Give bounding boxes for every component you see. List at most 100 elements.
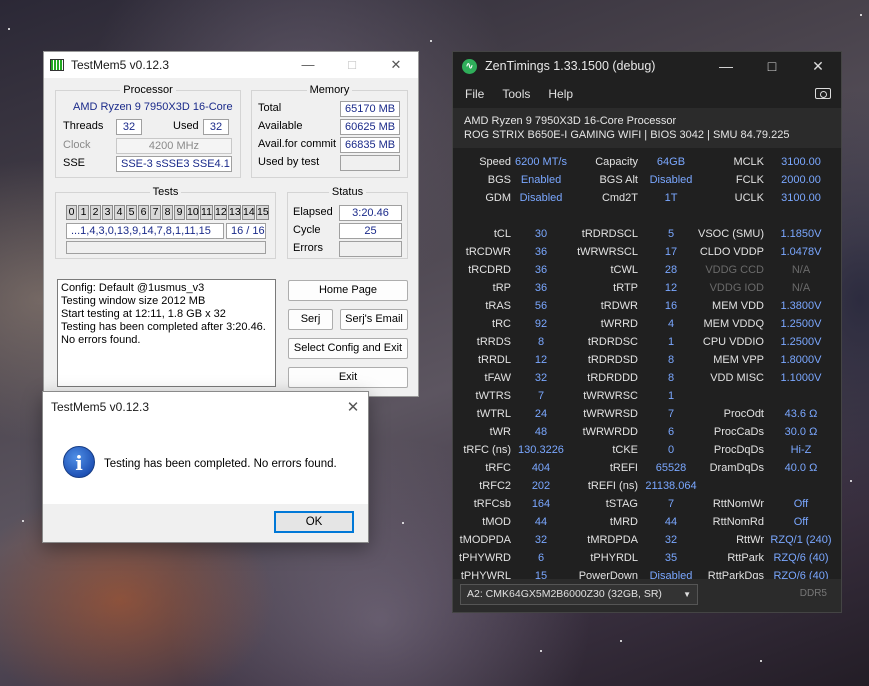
timing-value: 36	[534, 246, 548, 258]
close-button[interactable]: ✕	[374, 57, 418, 73]
serj-email-button[interactable]: Serj's Email	[340, 309, 408, 330]
used-threads-field[interactable]: 32	[203, 119, 229, 135]
zentimings-logo-icon: ∿	[462, 58, 477, 74]
used-by-test-field	[340, 155, 400, 171]
system-info: AMD Ryzen 9 7950X3D 16-Core Processor RO…	[453, 108, 841, 148]
sse-field: SSE-3 sSSE3 SSE4.1	[116, 156, 232, 172]
timing-label: tRCDWR	[465, 246, 511, 258]
timing-row: BGS Enabled BGS Alt Disabled FCLK 2000.00	[453, 174, 841, 192]
dialog-close-button[interactable]: ✕	[338, 398, 368, 416]
timing-row: tRCDRD 36 tCWL 28 VDDG CCD N/A	[453, 264, 841, 282]
timing-label: VDDG IOD	[709, 282, 764, 294]
timing-label: tWR	[489, 426, 511, 438]
sse-label: SSE	[63, 157, 86, 169]
timing-value: 1.2500V	[780, 336, 822, 348]
zentimings-footer: A2: CMK64GX5M2B6000Z30 (32GB, SR) ▼ DDR5	[453, 579, 841, 612]
zt-close-button[interactable]: ✕	[795, 58, 841, 75]
test-cell: 3	[102, 205, 113, 220]
timing-value: 40.0 Ω	[784, 462, 818, 474]
timing-row: tRFCsb 164 tSTAG 7 RttNomWr Off	[453, 498, 841, 516]
timing-value: 6200 MT/s	[515, 156, 567, 168]
log-line: No errors found.	[61, 334, 141, 346]
timing-label: tWRWRSD	[583, 408, 638, 420]
timing-label: DramDqDs	[709, 462, 764, 474]
timing-value: 35	[664, 552, 678, 564]
log-line: Config: Default @1usmus_v3	[61, 282, 205, 294]
timing-row: tCL 30 tRDRDSCL 5 VSOC (SMU) 1.1850V	[453, 228, 841, 246]
background-star	[850, 480, 852, 482]
timing-value: 1.1000V	[780, 372, 822, 384]
timing-label: tPHYWRD	[459, 552, 511, 564]
menu-tools[interactable]: Tools	[502, 87, 530, 101]
timing-label: tCWL	[610, 264, 639, 276]
screenshot-camera-icon[interactable]	[815, 88, 831, 99]
timing-value: 0	[667, 444, 675, 456]
timing-label: tMRD	[609, 516, 638, 528]
test-cell: 2	[90, 205, 101, 220]
timing-value: 2000.00	[781, 174, 821, 186]
testmem-window: TestMem5 v0.12.3 — □ ✕ Processor AMD Ryz…	[43, 51, 419, 397]
select-config-exit-button[interactable]: Select Config and Exit	[288, 338, 408, 359]
timing-row: tFAW 32 tRDRDDD 8 VDD MISC 1.1000V	[453, 372, 841, 390]
zentimings-titlebar[interactable]: ∿ ZenTimings 1.33.1500 (debug) — □ ✕	[453, 52, 841, 80]
background-star	[760, 660, 762, 662]
zentimings-window-title: ZenTimings 1.33.1500 (debug)	[485, 59, 656, 73]
serj-button[interactable]: Serj	[288, 309, 333, 330]
test-cell: 13	[228, 205, 241, 220]
timing-label: MEM VDDQ	[703, 318, 765, 330]
testmem-titlebar[interactable]: TestMem5 v0.12.3 — □ ✕	[44, 52, 418, 78]
test-cells: 0 1 2 3 4 5 6 7 8 9 10 11 12 13 14 15	[66, 205, 270, 220]
dimm-select[interactable]: A2: CMK64GX5M2B6000Z30 (32GB, SR) ▼	[460, 584, 698, 605]
testmem-window-title: TestMem5 v0.12.3	[71, 58, 170, 72]
minimize-button[interactable]: —	[286, 57, 330, 73]
total-label: Total	[258, 102, 282, 114]
test-cell: 15	[256, 205, 269, 220]
status-group-title: Status	[328, 186, 367, 198]
dialog-titlebar[interactable]: TestMem5 v0.12.3 ✕	[43, 392, 368, 422]
ok-button[interactable]: OK	[274, 511, 354, 533]
timing-label: CLDO VDDP	[699, 246, 764, 258]
completion-dialog: TestMem5 v0.12.3 ✕ i Testing has been co…	[42, 391, 369, 543]
timing-value: 32	[534, 534, 548, 546]
processor-group-title: Processor	[120, 84, 176, 96]
timing-value: 3100.00	[781, 192, 821, 204]
threads-label: Threads	[63, 120, 104, 132]
zt-maximize-button[interactable]: □	[749, 58, 795, 75]
timing-label: VDD MISC	[710, 372, 764, 384]
timing-label: tWTRL	[476, 408, 511, 420]
timing-label: tREFI (ns)	[587, 480, 638, 492]
timing-label: BGS	[487, 174, 511, 186]
timing-value: 64GB	[656, 156, 686, 168]
zt-minimize-button[interactable]: —	[703, 58, 749, 75]
timing-label: UCLK	[734, 192, 764, 204]
timing-value: 202	[531, 480, 551, 492]
timing-row: tRC 92 tWRRD 4 MEM VDDQ 1.2500V	[453, 318, 841, 336]
test-cell: 5	[126, 205, 137, 220]
timing-value: 1.3800V	[780, 300, 822, 312]
timing-label: tRDRDSCL	[581, 228, 638, 240]
timing-label: tRP	[492, 282, 511, 294]
exit-button[interactable]: Exit	[288, 367, 408, 388]
timing-value: 32	[664, 534, 678, 546]
log-output[interactable]: Config: Default @1usmus_v3 Testing windo…	[57, 279, 276, 387]
timing-label: ProcCaDs	[713, 426, 764, 438]
timing-value: 44	[534, 516, 548, 528]
timing-value: 56	[534, 300, 548, 312]
timing-value: Disabled	[649, 174, 693, 186]
menu-help[interactable]: Help	[548, 87, 573, 101]
status-group: Status Elapsed 3:20.46 Cycle 25 Errors	[287, 186, 408, 259]
errors-label: Errors	[293, 242, 323, 254]
timing-label: tMODPDA	[459, 534, 511, 546]
timing-value: 24	[534, 408, 548, 420]
test-progress-field: 16 / 16	[226, 223, 266, 239]
timing-label: tCL	[493, 228, 511, 240]
timing-value: 36	[534, 282, 548, 294]
timing-label: RttNomRd	[712, 516, 764, 528]
used-label: Used	[173, 120, 199, 132]
timing-value: RZQ/1 (240)	[770, 534, 832, 546]
timing-row: tRCDWR 36 tWRWRSCL 17 CLDO VDDP 1.0478V	[453, 246, 841, 264]
menu-file[interactable]: File	[465, 87, 484, 101]
home-page-button[interactable]: Home Page	[288, 280, 408, 301]
timing-row: tRFC (ns) 130.3226 tCKE 0 ProcDqDs Hi-Z	[453, 444, 841, 462]
timing-value: 17	[664, 246, 678, 258]
